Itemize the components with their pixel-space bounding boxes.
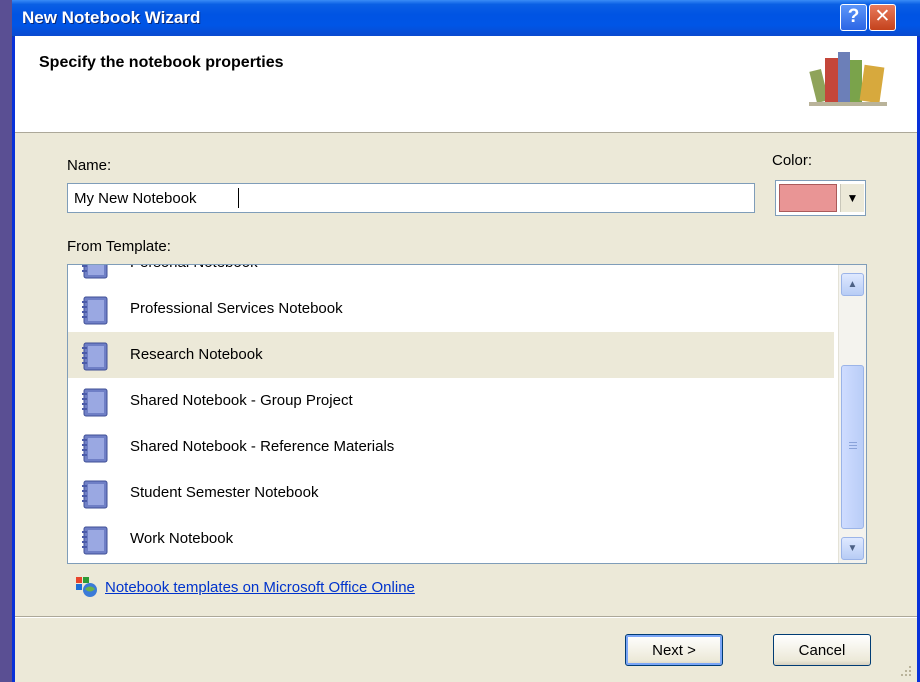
notebook-icon [82, 265, 108, 279]
title-bar[interactable]: New Notebook Wizard ? ✕ [12, 0, 920, 37]
chevron-down-icon[interactable]: ▼ [840, 184, 864, 212]
notebook-icon [82, 480, 108, 509]
color-picker[interactable]: ▼ [775, 180, 866, 216]
header-band [15, 36, 917, 133]
template-item-label: Work Notebook [130, 530, 234, 547]
template-list[interactable]: Personal Notebook Professional Services N… [67, 264, 867, 564]
notebook-icon [82, 434, 108, 463]
close-button[interactable]: ✕ [869, 4, 896, 31]
text-caret [238, 188, 239, 208]
template-item-label: Professional Services Notebook [130, 300, 343, 317]
template-list-item[interactable]: Research Notebook [68, 332, 834, 378]
template-rows: Personal Notebook Professional Services N… [68, 265, 834, 562]
footer-divider [15, 616, 917, 618]
notebook-icon [82, 296, 108, 325]
window-title: New Notebook Wizard [22, 8, 201, 27]
page-title: Specify the notebook properties [39, 54, 284, 71]
color-swatch [779, 184, 837, 212]
resize-grip-icon[interactable] [899, 664, 913, 678]
office-online-icon [76, 577, 97, 597]
template-list-item[interactable]: Shared Notebook - Reference Materials [68, 424, 834, 470]
next-button[interactable]: Next > [625, 634, 723, 666]
template-label: From Template: [67, 238, 171, 255]
template-list-item[interactable]: Shared Notebook - Group Project [68, 378, 834, 424]
template-list-item[interactable]: Personal Notebook [68, 265, 834, 286]
template-item-label: Shared Notebook - Reference Materials [130, 438, 395, 455]
template-item-label: Student Semester Notebook [130, 484, 319, 501]
scroll-down-icon[interactable]: ▼ [841, 537, 864, 560]
template-list-item[interactable]: Professional Services Notebook [68, 286, 834, 332]
books-icon [809, 52, 887, 106]
notebook-icon [82, 342, 108, 371]
notebook-icon [82, 526, 108, 555]
name-input[interactable] [67, 183, 755, 213]
template-list-item[interactable]: Student Semester Notebook [68, 470, 834, 516]
notebook-icon [82, 388, 108, 417]
help-button[interactable]: ? [840, 4, 867, 31]
office-online-link[interactable]: Notebook templates on Microsoft Office O… [105, 579, 415, 596]
template-item-label: Personal Notebook [130, 265, 258, 271]
scrollbar[interactable]: ▲ ▼ [838, 265, 866, 563]
color-label: Color: [772, 152, 813, 169]
template-list-item[interactable]: Work Notebook [68, 516, 834, 562]
wizard-window: New Notebook Wizard ? ✕ Specify the note… [12, 0, 920, 682]
template-item-label: Shared Notebook - Group Project [130, 392, 353, 409]
scroll-up-icon[interactable]: ▲ [841, 273, 864, 296]
name-label: Name: [67, 157, 112, 174]
template-item-label: Research Notebook [130, 346, 263, 363]
scrollbar-thumb[interactable] [841, 365, 864, 529]
cancel-button[interactable]: Cancel [773, 634, 871, 666]
